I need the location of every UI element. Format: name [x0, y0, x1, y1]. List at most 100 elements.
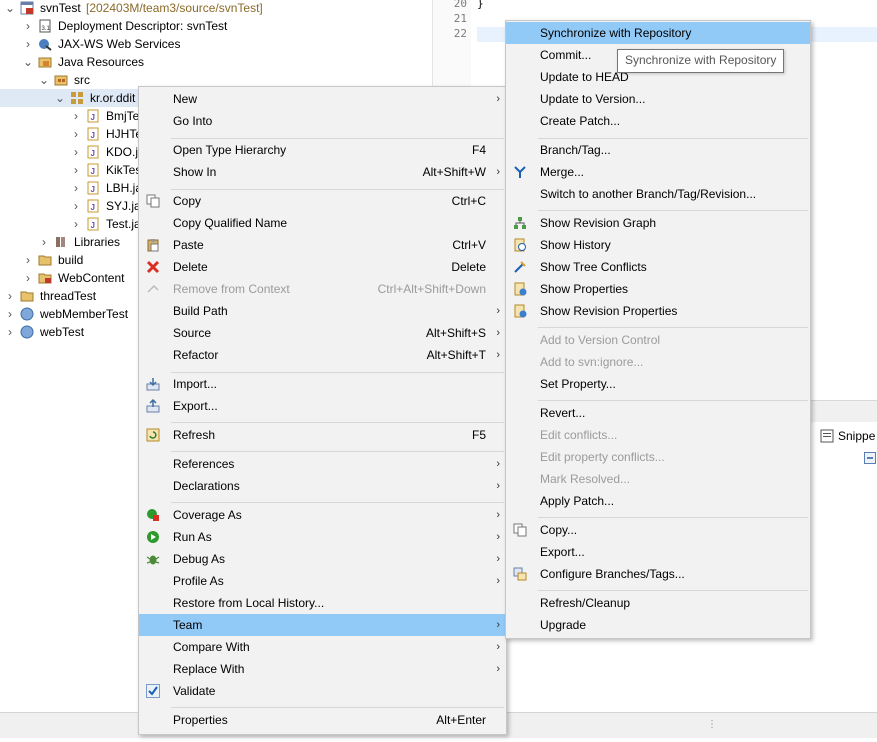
menu-item-debug-as[interactable]: Debug As › — [139, 548, 506, 570]
refresh-icon — [145, 428, 161, 442]
menu-item-declarations[interactable]: Declarations › — [139, 475, 506, 497]
menu-item-label: Properties — [173, 713, 228, 727]
expand-arrow-icon[interactable]: › — [70, 143, 82, 161]
menu-item-label: Show Revision Graph — [540, 216, 657, 230]
menu-item-label: Add to Version Control — [540, 333, 661, 347]
team-menu-item-show-properties[interactable]: Show Properties — [506, 278, 810, 300]
collapse-arrow-icon[interactable]: ⌄ — [4, 0, 16, 17]
expand-arrow-icon[interactable]: › — [70, 161, 82, 179]
menu-item-coverage-as[interactable]: Coverage As › — [139, 504, 506, 526]
menu-item-label: Build Path — [173, 304, 228, 318]
menu-item-references[interactable]: References › — [139, 453, 506, 475]
menu-item-shortcut: Alt+Shift+W — [422, 165, 486, 179]
collapse-arrow-icon[interactable]: ⌄ — [38, 71, 50, 89]
expand-arrow-icon[interactable]: › — [4, 323, 16, 341]
menu-item-label: Profile As — [173, 574, 224, 588]
tree-label: threadTest — [40, 289, 97, 303]
team-menu-item-upgrade[interactable]: Upgrade — [506, 614, 810, 636]
menu-item-compare-with[interactable]: Compare With › — [139, 636, 506, 658]
team-menu-item-apply-patch[interactable]: Apply Patch... — [506, 490, 810, 512]
menu-item-copy[interactable]: Copy Ctrl+C — [139, 190, 506, 212]
team-menu-item-merge[interactable]: Merge... — [506, 161, 810, 183]
team-menu-item-branch-tag[interactable]: Branch/Tag... — [506, 139, 810, 161]
team-menu-item-update-to-version[interactable]: Update to Version... — [506, 88, 810, 110]
expand-arrow-icon[interactable]: › — [4, 305, 16, 323]
team-menu-item-show-revision-properties[interactable]: Show Revision Properties — [506, 300, 810, 322]
team-menu-item-show-history[interactable]: Show History — [506, 234, 810, 256]
menu-item-build-path[interactable]: Build Path › — [139, 300, 506, 322]
menu-item-paste[interactable]: Paste Ctrl+V — [139, 234, 506, 256]
team-menu-item-add-to-svn-ignore: Add to svn:ignore... — [506, 351, 810, 373]
splitter-handle-icon[interactable]: ⋮ — [707, 719, 717, 730]
team-menu-item-synchronize-with-repository[interactable]: Synchronize with Repository — [506, 22, 810, 44]
menu-item-profile-as[interactable]: Profile As › — [139, 570, 506, 592]
menu-item-go-into[interactable]: Go Into — [139, 110, 506, 132]
menu-item-restore-from-local-history[interactable]: Restore from Local History... — [139, 592, 506, 614]
java-file-icon: J — [87, 199, 99, 213]
menu-item-run-as[interactable]: Run As › — [139, 526, 506, 548]
menu-item-team[interactable]: Team › — [139, 614, 506, 636]
menu-item-shortcut: Alt+Shift+T — [426, 348, 486, 362]
menu-item-open-type-hierarchy[interactable]: Open Type Hierarchy F4 — [139, 139, 506, 161]
menu-item-label: Edit conflicts... — [540, 428, 618, 442]
menu-item-refresh[interactable]: Refresh F5 — [139, 424, 506, 446]
menu-item-new[interactable]: New › — [139, 88, 506, 110]
minimize-icon[interactable] — [864, 452, 876, 464]
svg-text:J: J — [91, 167, 95, 176]
expand-arrow-icon[interactable]: › — [22, 17, 34, 35]
collapse-arrow-icon[interactable]: ⌄ — [22, 53, 34, 71]
menu-item-shortcut: Ctrl+C — [451, 194, 486, 208]
team-menu-item-export[interactable]: Export... — [506, 541, 810, 563]
menu-item-label: Show In — [173, 165, 217, 179]
menu-item-copy-qualified-name[interactable]: Copy Qualified Name — [139, 212, 506, 234]
history-icon — [512, 238, 528, 252]
menu-item-validate[interactable]: Validate — [139, 680, 506, 702]
team-menu-item-switch-to-another-branch-tag-revision[interactable]: Switch to another Branch/Tag/Revision... — [506, 183, 810, 205]
expand-arrow-icon[interactable]: › — [70, 179, 82, 197]
tree-item-package[interactable]: ⌄ kr.or.ddit — [0, 89, 140, 107]
submenu-arrow-icon: › — [496, 553, 500, 565]
code-line: } — [477, 0, 484, 10]
menu-item-label: Copy — [173, 194, 202, 208]
expand-arrow-icon[interactable]: › — [70, 125, 82, 143]
svn-copy-icon — [512, 523, 528, 537]
tree-label: Libraries — [74, 235, 121, 249]
menu-item-replace-with[interactable]: Replace With › — [139, 658, 506, 680]
team-menu-item-configure-branches-tags[interactable]: Configure Branches/Tags... — [506, 563, 810, 585]
properties-icon — [512, 282, 528, 296]
team-menu-item-copy[interactable]: Copy... — [506, 519, 810, 541]
menu-item-import[interactable]: Import... — [139, 373, 506, 395]
expand-arrow-icon[interactable]: › — [70, 107, 82, 125]
team-menu-item-edit-property-conflicts: Edit property conflicts... — [506, 446, 810, 468]
tree-label: LBH.ja — [106, 181, 143, 195]
menu-item-label: Mark Resolved... — [540, 472, 631, 486]
team-menu-item-set-property[interactable]: Set Property... — [506, 373, 810, 395]
expand-arrow-icon[interactable]: › — [70, 215, 82, 233]
team-menu-item-show-tree-conflicts[interactable]: Show Tree Conflicts — [506, 256, 810, 278]
expand-arrow-icon[interactable]: › — [22, 251, 34, 269]
team-menu-item-mark-resolved: Mark Resolved... — [506, 468, 810, 490]
menu-item-refactor[interactable]: Refactor Alt+Shift+T › — [139, 344, 506, 366]
team-menu-item-show-revision-graph[interactable]: Show Revision Graph — [506, 212, 810, 234]
tree-label: KikTes — [106, 163, 142, 177]
menu-item-show-in[interactable]: Show In Alt+Shift+W › — [139, 161, 506, 183]
menu-item-label: Copy Qualified Name — [173, 216, 288, 230]
expand-arrow-icon[interactable]: › — [22, 35, 34, 53]
menu-item-source[interactable]: Source Alt+Shift+S › — [139, 322, 506, 344]
expand-arrow-icon[interactable]: › — [22, 269, 34, 287]
team-menu-item-create-patch[interactable]: Create Patch... — [506, 110, 810, 132]
expand-arrow-icon[interactable]: › — [70, 197, 82, 215]
menu-item-label: Upgrade — [540, 618, 587, 632]
team-menu-item-refresh-cleanup[interactable]: Refresh/Cleanup — [506, 592, 810, 614]
menu-item-properties[interactable]: Properties Alt+Enter — [139, 709, 506, 731]
expand-arrow-icon[interactable]: › — [4, 287, 16, 305]
menu-item-export[interactable]: Export... — [139, 395, 506, 417]
team-menu-item-edit-conflicts: Edit conflicts... — [506, 424, 810, 446]
menu-item-delete[interactable]: Delete Delete — [139, 256, 506, 278]
project-repo-decoration: [202403M/team3/source/svnTest] — [86, 1, 263, 15]
menu-separator — [171, 707, 504, 708]
expand-arrow-icon[interactable]: › — [38, 233, 50, 251]
collapse-arrow-icon[interactable]: ⌄ — [54, 89, 66, 107]
team-menu-item-revert[interactable]: Revert... — [506, 402, 810, 424]
validate-check-icon — [145, 684, 161, 698]
